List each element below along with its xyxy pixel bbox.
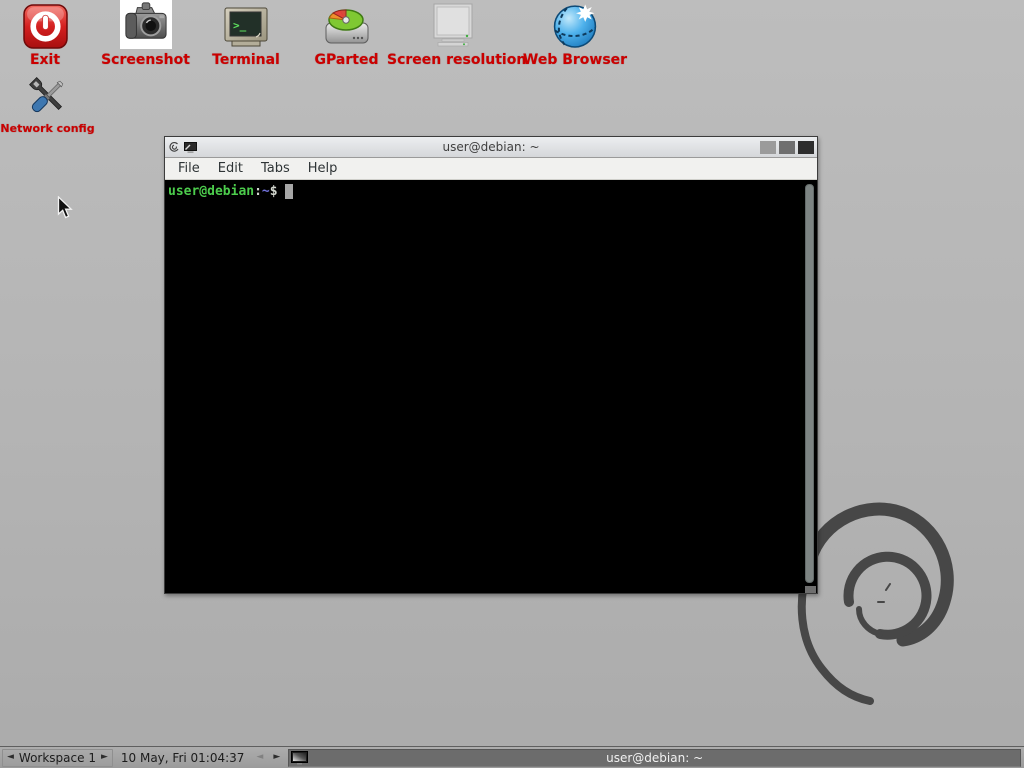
resize-grip[interactable] (805, 586, 816, 593)
debian-swirl-icon (168, 141, 180, 154)
task-button-terminal[interactable]: user@debian: ~ (288, 749, 1021, 767)
window-title: user@debian: ~ (165, 140, 817, 154)
desktop-icon-exit[interactable]: Exit (6, 2, 84, 68)
taskbar: ◄ Workspace 1 ► 10 May, Fri 01:04:37 ◄ ►… (0, 746, 1024, 768)
menu-tabs[interactable]: Tabs (252, 159, 299, 178)
globe-icon (519, 2, 631, 49)
icon-label: GParted (299, 52, 394, 68)
task-monitor-icon (291, 751, 308, 765)
icon-label: Screen resolution (387, 52, 519, 68)
icon-label: Screenshot (95, 52, 196, 68)
minimize-button[interactable] (760, 141, 776, 154)
workspace-next-arrow[interactable]: ► (101, 753, 108, 762)
menu-help[interactable]: Help (299, 159, 347, 178)
terminal-screen[interactable]: user@debian:~$ (165, 180, 817, 593)
pager-prev-arrow[interactable]: ◄ (256, 753, 263, 762)
monitor-icon (387, 2, 519, 49)
icon-label: Network config (0, 122, 95, 135)
prompt-path: ~ (262, 184, 270, 199)
prompt-user-host: user@debian (168, 184, 254, 199)
desktop-icon-screen-resolution[interactable]: Screen resolution (387, 2, 519, 68)
icon-label: Exit (6, 52, 84, 68)
scrollbar-thumb[interactable] (805, 184, 814, 583)
svg-text:>_: >_ (233, 19, 247, 32)
icon-label: Web Browser (519, 52, 631, 68)
taskbar-clock: 10 May, Fri 01:04:37 (115, 751, 251, 765)
workspace-prev-arrow[interactable]: ◄ (7, 753, 14, 762)
terminal-mini-icon (184, 142, 197, 153)
crt-terminal-icon: >_ (196, 2, 296, 49)
task-button-title: user@debian: ~ (289, 751, 1020, 765)
pager-next-arrow[interactable]: ► (273, 753, 280, 762)
desktop-icon-web-browser[interactable]: Web Browser (519, 2, 631, 68)
desktop-icon-gparted[interactable]: GParted (299, 2, 394, 68)
terminal-cursor (285, 184, 293, 199)
desktop-icon-terminal[interactable]: >_ Terminal (196, 2, 296, 68)
terminal-scrollbar[interactable] (805, 184, 814, 583)
prompt-colon: : (254, 184, 262, 199)
close-button[interactable] (798, 141, 814, 154)
workspace-label: Workspace 1 (19, 751, 96, 765)
terminal-window: user@debian: ~ File Edit Tabs Help user@… (164, 136, 818, 594)
mouse-cursor (57, 196, 73, 220)
maximize-button[interactable] (779, 141, 795, 154)
disk-partition-icon (299, 2, 394, 49)
terminal-menubar: File Edit Tabs Help (165, 158, 817, 180)
camera-icon (95, 2, 196, 49)
desktop-icon-network-config[interactable]: Network config (0, 72, 95, 135)
window-titlebar[interactable]: user@debian: ~ (165, 137, 817, 158)
power-icon (6, 2, 84, 49)
icon-label: Terminal (196, 52, 296, 68)
prompt-dollar: $ (270, 184, 278, 199)
pager: ◄ ► (252, 749, 284, 767)
desktop-icon-screenshot[interactable]: Screenshot (95, 2, 196, 68)
tools-icon (0, 72, 95, 119)
menu-file[interactable]: File (169, 159, 209, 178)
menu-edit[interactable]: Edit (209, 159, 252, 178)
workspace-switcher: ◄ Workspace 1 ► (2, 749, 113, 767)
